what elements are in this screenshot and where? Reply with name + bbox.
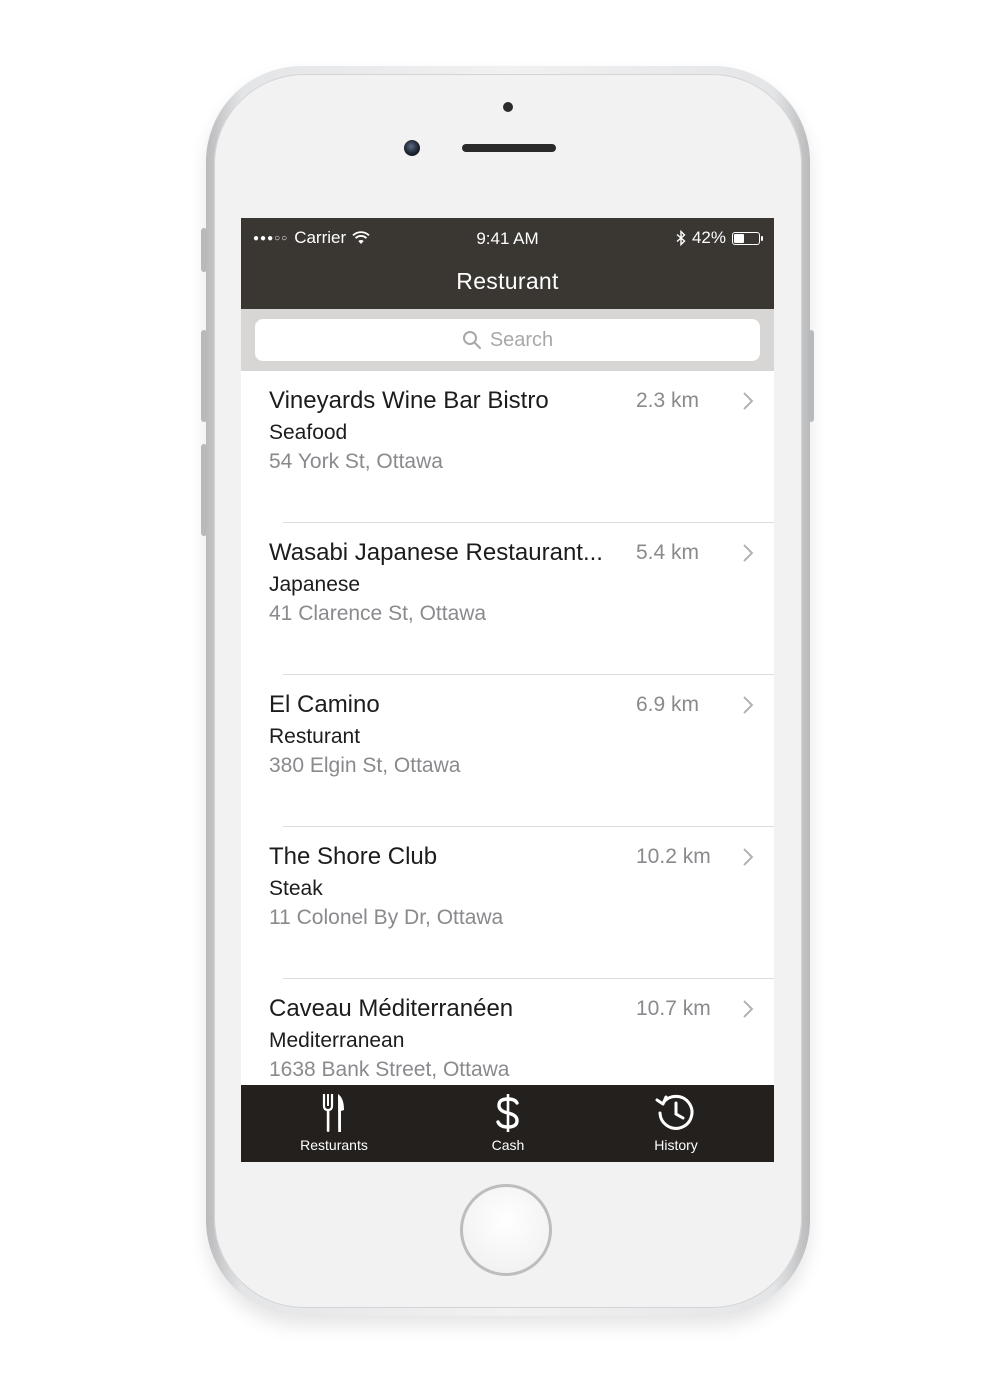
restaurant-name: El Camino xyxy=(269,691,380,718)
restaurant-distance: 10.7 km xyxy=(636,997,711,1020)
bluetooth-icon xyxy=(676,230,686,246)
tab-history[interactable]: History xyxy=(606,1091,746,1153)
chevron-right-icon xyxy=(743,1000,754,1018)
fork-knife-icon xyxy=(322,1094,344,1132)
home-button[interactable] xyxy=(460,1184,552,1276)
chevron-right-icon xyxy=(743,696,754,714)
restaurant-row[interactable]: El Camino Resturant 380 Elgin St, Ottawa… xyxy=(241,675,774,827)
app-screen: ●●●○○ Carrier 9:41 AM 42% Resturant Sear… xyxy=(241,218,774,1162)
tab-label: Resturants xyxy=(300,1137,368,1153)
restaurant-cuisine: Mediterranean xyxy=(269,1029,405,1052)
chevron-right-icon xyxy=(743,544,754,562)
restaurant-row[interactable]: Wasabi Japanese Restaurant... Japanese 4… xyxy=(241,523,774,675)
volume-up-button xyxy=(201,330,207,422)
restaurant-name: Caveau Méditerranéen xyxy=(269,995,514,1022)
tab-label: Cash xyxy=(491,1137,525,1153)
front-camera xyxy=(404,140,420,156)
earpiece-speaker xyxy=(462,144,556,152)
chevron-right-icon xyxy=(743,848,754,866)
restaurant-distance: 2.3 km xyxy=(636,389,700,412)
restaurant-list: Vineyards Wine Bar Bistro Seafood 54 Yor… xyxy=(241,371,774,1131)
restaurant-address: 54 York St, Ottawa xyxy=(269,450,443,473)
search-input[interactable]: Search xyxy=(255,319,760,361)
tab-bar: Resturants Cash History xyxy=(241,1085,774,1162)
tab-cash[interactable]: Cash xyxy=(438,1091,578,1153)
restaurant-row[interactable]: The Shore Club Steak 11 Colonel By Dr, O… xyxy=(241,827,774,979)
chevron-right-icon xyxy=(743,392,754,410)
restaurant-address: 11 Colonel By Dr, Ottawa xyxy=(269,906,504,929)
battery-percent: 42% xyxy=(691,228,726,247)
restaurant-cuisine: Resturant xyxy=(269,725,361,748)
volume-down-button xyxy=(201,444,207,536)
dollar-icon xyxy=(496,1094,519,1132)
restaurant-cuisine: Steak xyxy=(269,877,323,900)
restaurant-cuisine: Seafood xyxy=(269,421,348,444)
power-button xyxy=(808,330,814,422)
restaurant-name: The Shore Club xyxy=(269,843,438,870)
history-clock-icon xyxy=(655,1094,694,1130)
search-bar: Search xyxy=(241,309,774,371)
restaurant-address: 1638 Bank Street, Ottawa xyxy=(269,1058,510,1081)
restaurant-address: 380 Elgin St, Ottawa xyxy=(269,754,461,777)
page-title: Resturant xyxy=(456,268,559,294)
search-placeholder: Search xyxy=(489,328,554,351)
battery-level xyxy=(734,233,744,243)
restaurant-name: Vineyards Wine Bar Bistro xyxy=(269,387,549,414)
tab-resturants[interactable]: Resturants xyxy=(264,1091,404,1153)
search-icon xyxy=(462,331,481,349)
restaurant-distance: 5.4 km xyxy=(636,541,700,564)
tab-label: History xyxy=(654,1137,698,1153)
status-bar: ●●●○○ Carrier 9:41 AM 42% xyxy=(241,226,774,250)
navigation-bar: ●●●○○ Carrier 9:41 AM 42% Resturant xyxy=(241,218,774,309)
restaurant-cuisine: Japanese xyxy=(269,573,361,596)
restaurant-row[interactable]: Vineyards Wine Bar Bistro Seafood 54 Yor… xyxy=(241,371,774,523)
restaurant-distance: 10.2 km xyxy=(636,845,711,868)
battery-icon xyxy=(732,231,763,245)
proximity-sensor xyxy=(503,102,513,112)
restaurant-name: Wasabi Japanese Restaurant... xyxy=(269,539,603,566)
restaurant-distance: 6.9 km xyxy=(636,693,700,716)
mute-switch xyxy=(201,228,207,272)
restaurant-address: 41 Clarence St, Ottawa xyxy=(269,602,487,625)
